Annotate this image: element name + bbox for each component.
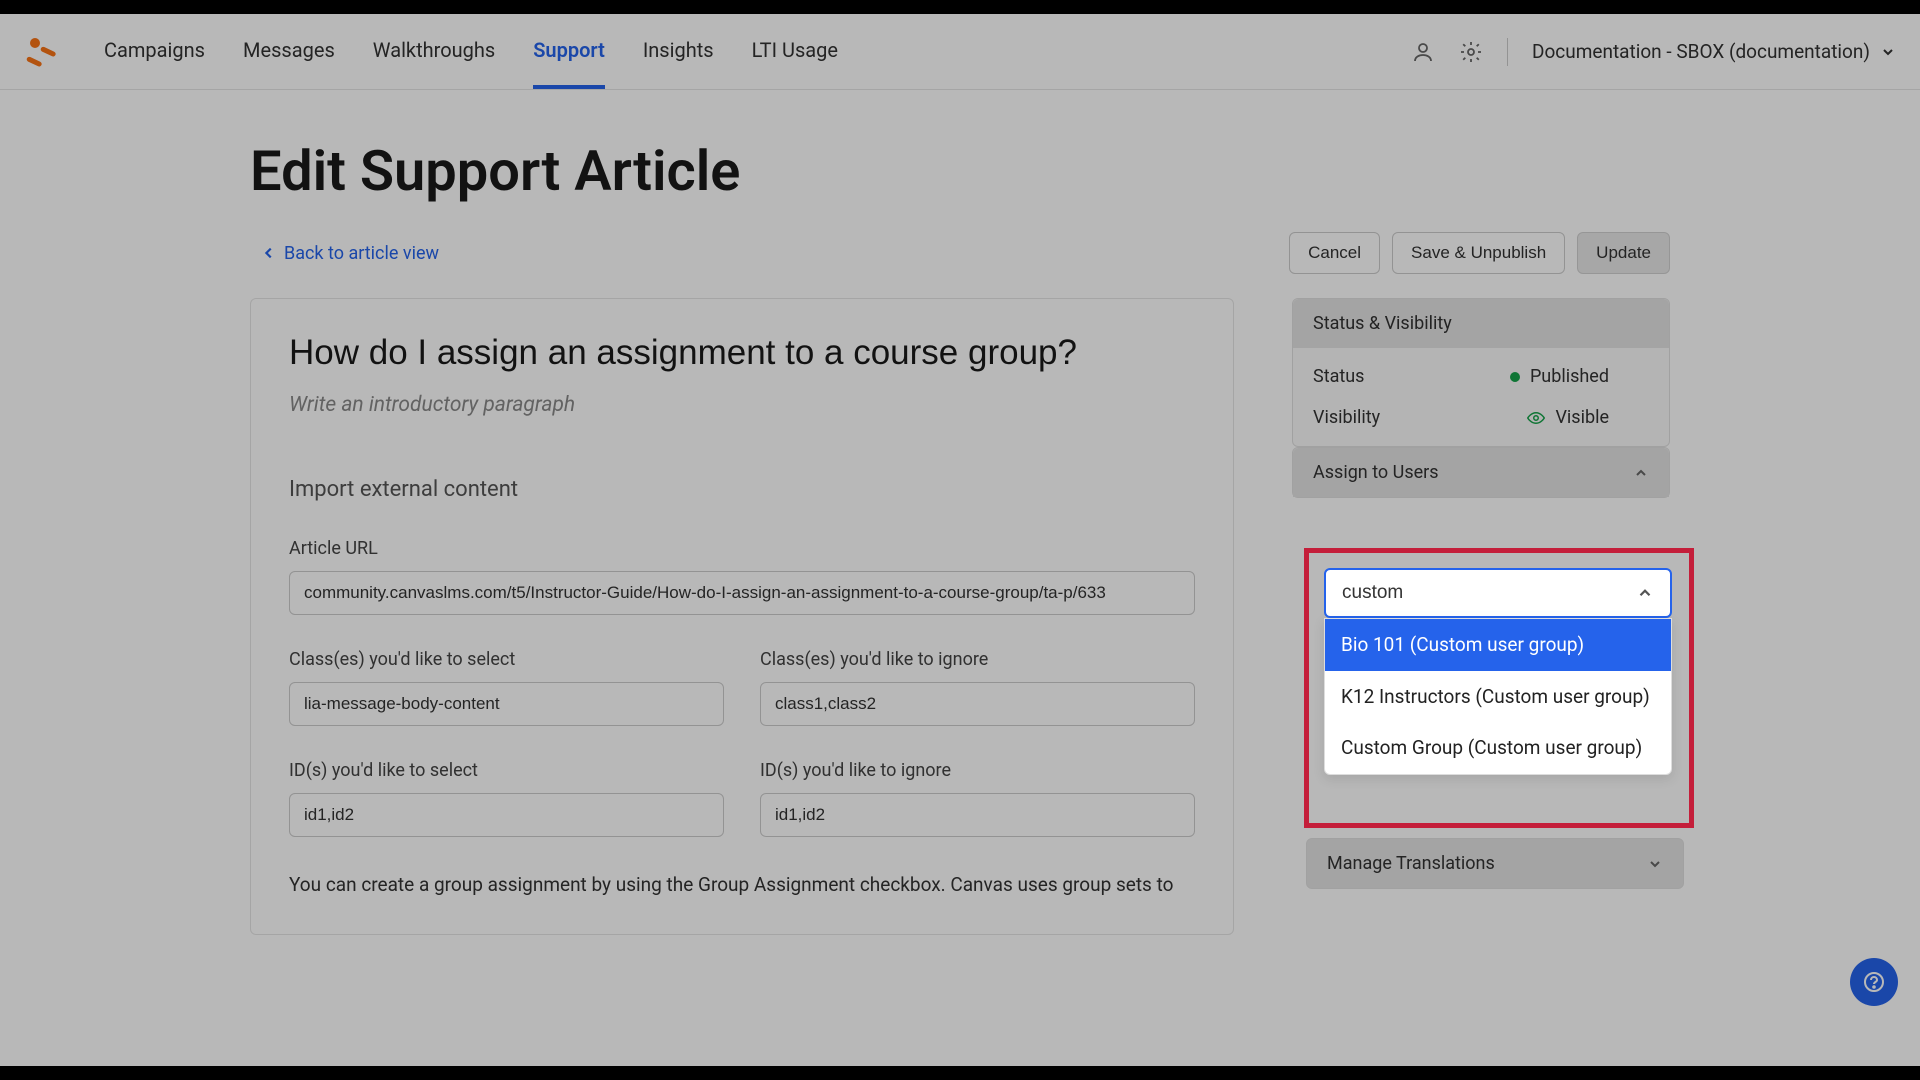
back-link-label: Back to article view bbox=[284, 243, 439, 264]
app-logo bbox=[24, 32, 64, 72]
status-panel-header: Status & Visibility bbox=[1293, 299, 1669, 348]
save-unpublish-button[interactable]: Save & Unpublish bbox=[1392, 232, 1565, 274]
status-dot-icon bbox=[1510, 372, 1520, 382]
manage-translations-label: Manage Translations bbox=[1327, 853, 1495, 874]
assign-panel-header[interactable]: Assign to Users bbox=[1293, 448, 1669, 497]
nav-lti-usage[interactable]: LTI Usage bbox=[752, 14, 838, 89]
nav-campaigns[interactable]: Campaigns bbox=[104, 14, 205, 89]
gear-icon[interactable] bbox=[1459, 40, 1483, 64]
nav-walkthroughs[interactable]: Walkthroughs bbox=[373, 14, 495, 89]
id-ignore-input[interactable] bbox=[760, 793, 1195, 837]
assign-option-bio-101[interactable]: Bio 101 (Custom user group) bbox=[1325, 619, 1671, 671]
header-divider bbox=[1507, 38, 1508, 66]
back-link[interactable]: Back to article view bbox=[262, 243, 439, 264]
visibility-value: Visible bbox=[1555, 407, 1609, 428]
class-ignore-label: Class(es) you'd like to ignore bbox=[760, 649, 1195, 670]
intro-placeholder[interactable]: Write an introductory paragraph bbox=[289, 393, 1195, 417]
assign-users-dropdown: Bio 101 (Custom user group) K12 Instruct… bbox=[1324, 568, 1672, 775]
id-select-input[interactable] bbox=[289, 793, 724, 837]
update-button[interactable]: Update bbox=[1577, 232, 1670, 274]
assign-users-panel: Assign to Users bbox=[1292, 447, 1670, 498]
article-editor: Write an introductory paragraph Import e… bbox=[250, 298, 1234, 935]
user-icon[interactable] bbox=[1411, 40, 1435, 64]
class-select-label: Class(es) you'd like to select bbox=[289, 649, 724, 670]
assign-option-k12-instructors[interactable]: K12 Instructors (Custom user group) bbox=[1325, 671, 1671, 723]
class-select-input[interactable] bbox=[289, 682, 724, 726]
nav-support[interactable]: Support bbox=[533, 14, 605, 89]
manage-translations-panel[interactable]: Manage Translations bbox=[1306, 838, 1684, 889]
article-title-input[interactable] bbox=[289, 333, 1195, 373]
import-section-label: Import external content bbox=[289, 477, 1195, 502]
sidebar-panels: Status & Visibility Status Published Vis… bbox=[1292, 298, 1670, 498]
cancel-button[interactable]: Cancel bbox=[1289, 232, 1380, 274]
status-visibility-panel: Status & Visibility Status Published Vis… bbox=[1292, 298, 1670, 447]
page-title: Edit Support Article bbox=[250, 138, 1670, 204]
chevron-up-icon bbox=[1633, 465, 1649, 481]
help-fab[interactable] bbox=[1850, 958, 1898, 1006]
nav-messages[interactable]: Messages bbox=[243, 14, 335, 89]
chevron-left-icon bbox=[262, 246, 276, 260]
article-url-input[interactable] bbox=[289, 571, 1195, 615]
assign-users-combobox[interactable] bbox=[1324, 568, 1672, 618]
chevron-down-icon bbox=[1647, 856, 1663, 872]
workspace-label: Documentation - SBOX (documentation) bbox=[1532, 40, 1870, 63]
article-url-label: Article URL bbox=[289, 538, 1195, 559]
assign-panel-header-label: Assign to Users bbox=[1313, 462, 1439, 483]
id-ignore-label: ID(s) you'd like to ignore bbox=[760, 760, 1195, 781]
class-ignore-input[interactable] bbox=[760, 682, 1195, 726]
status-value: Published bbox=[1530, 366, 1609, 387]
assign-option-custom-group[interactable]: Custom Group (Custom user group) bbox=[1325, 722, 1671, 774]
id-select-label: ID(s) you'd like to select bbox=[289, 760, 724, 781]
workspace-switcher[interactable]: Documentation - SBOX (documentation) bbox=[1532, 40, 1896, 63]
main-nav: Campaigns Messages Walkthroughs Support … bbox=[104, 14, 838, 89]
chevron-up-icon bbox=[1636, 584, 1654, 602]
article-body-preview: You can create a group assignment by usi… bbox=[289, 871, 1195, 900]
top-nav: Campaigns Messages Walkthroughs Support … bbox=[0, 14, 1920, 90]
assign-users-option-list: Bio 101 (Custom user group) K12 Instruct… bbox=[1324, 618, 1672, 775]
eye-icon bbox=[1527, 409, 1545, 427]
visibility-label: Visibility bbox=[1313, 407, 1380, 428]
chevron-down-icon bbox=[1880, 44, 1896, 60]
assign-users-search-input[interactable] bbox=[1342, 582, 1636, 604]
nav-insights[interactable]: Insights bbox=[643, 14, 714, 89]
status-label: Status bbox=[1313, 366, 1364, 387]
